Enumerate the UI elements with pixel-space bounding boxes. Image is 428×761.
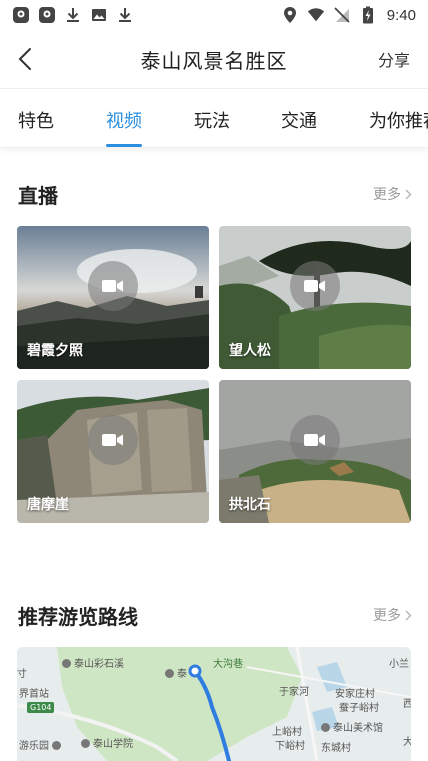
download-icon (64, 6, 82, 24)
map-place-label: 大沟巷 (213, 659, 243, 670)
more-label: 更多 (373, 608, 401, 624)
page-title: 泰山风景名胜区 (140, 48, 288, 73)
map-place-label: 安家庄村 (335, 689, 375, 700)
route-map[interactable]: 泰山彩石溪 泰 大沟巷 小兰 寸 界首站 G104 于家河 安家庄村 西 蚕子峪… (17, 647, 411, 761)
system-icons: 9:40 (281, 6, 416, 24)
map-place-label: 寸 (17, 669, 27, 680)
map-poi-label: 泰山美术馆 (321, 719, 383, 734)
map-pin-notification-icon (12, 6, 30, 24)
location-icon (281, 6, 299, 24)
video-title: 碧霞夕照 (27, 343, 83, 359)
map-pin-notification-icon (38, 6, 56, 24)
video-card-tangmoya[interactable]: 唐摩崖 (17, 380, 209, 523)
tab-recommended[interactable]: 为你推荐 (369, 107, 428, 133)
tab-activities[interactable]: 玩法 (194, 107, 230, 133)
video-camera-icon (290, 415, 340, 466)
video-camera-icon (88, 415, 138, 466)
map-place-label: 下峪村 (275, 741, 305, 752)
back-button[interactable] (10, 44, 40, 74)
route-section-title: 推荐游览路线 (18, 605, 138, 629)
category-tabs: 特色 视频 玩法 交通 为你推荐 (0, 88, 428, 148)
tab-features[interactable]: 特色 (18, 107, 54, 133)
status-time: 9:40 (386, 6, 416, 24)
map-place-label: 于家河 (279, 687, 309, 698)
image-icon (90, 6, 108, 24)
active-tab-indicator (106, 144, 142, 147)
video-card-bixia[interactable]: 碧霞夕照 (17, 226, 209, 369)
live-more-link[interactable]: 更多 (373, 184, 412, 204)
route-more-link[interactable]: 更多 (373, 605, 412, 625)
chevron-left-icon (18, 48, 31, 70)
navigation-bar: 泰山风景名胜区 分享 (0, 30, 428, 88)
more-label: 更多 (373, 187, 401, 203)
map-place-label: 游乐园 (19, 737, 64, 752)
share-button[interactable]: 分享 (378, 47, 410, 71)
video-card-gongbeishi[interactable]: 拱北石 (219, 380, 411, 523)
status-bar: 9:40 (0, 0, 428, 30)
map-place-label: 东城村 (321, 743, 351, 754)
tab-videos[interactable]: 视频 (106, 107, 142, 133)
video-title: 唐摩崖 (27, 497, 69, 513)
video-title: 拱北石 (229, 497, 271, 513)
map-place-label: 上峪村 (272, 727, 302, 738)
battery-charging-icon (359, 6, 377, 24)
download-icon (116, 6, 134, 24)
map-poi-label: 泰山学院 (81, 735, 133, 750)
map-place-label: 小兰 (389, 659, 409, 670)
video-camera-icon (290, 261, 340, 312)
wifi-icon (307, 6, 325, 24)
video-camera-icon (88, 261, 138, 312)
video-title: 望人松 (229, 343, 271, 359)
notification-icons (12, 6, 134, 24)
map-poi-label: 泰 (165, 665, 187, 680)
map-place-label: 蚕子峪村 (339, 703, 379, 714)
map-place-label: 大 (403, 737, 411, 748)
video-card-wangrensong[interactable]: 望人松 (219, 226, 411, 369)
map-place-label: 西 (403, 699, 411, 710)
map-poi-label: 泰山彩石溪 (62, 655, 124, 670)
road-number-badge: G104 (27, 702, 55, 713)
live-section-title: 直播 (18, 184, 58, 208)
chevron-right-icon (405, 189, 412, 199)
map-place-label: 界首站 (19, 689, 49, 700)
no-sim-icon (333, 6, 351, 24)
tab-transport[interactable]: 交通 (281, 107, 317, 133)
chevron-right-icon (405, 610, 412, 620)
